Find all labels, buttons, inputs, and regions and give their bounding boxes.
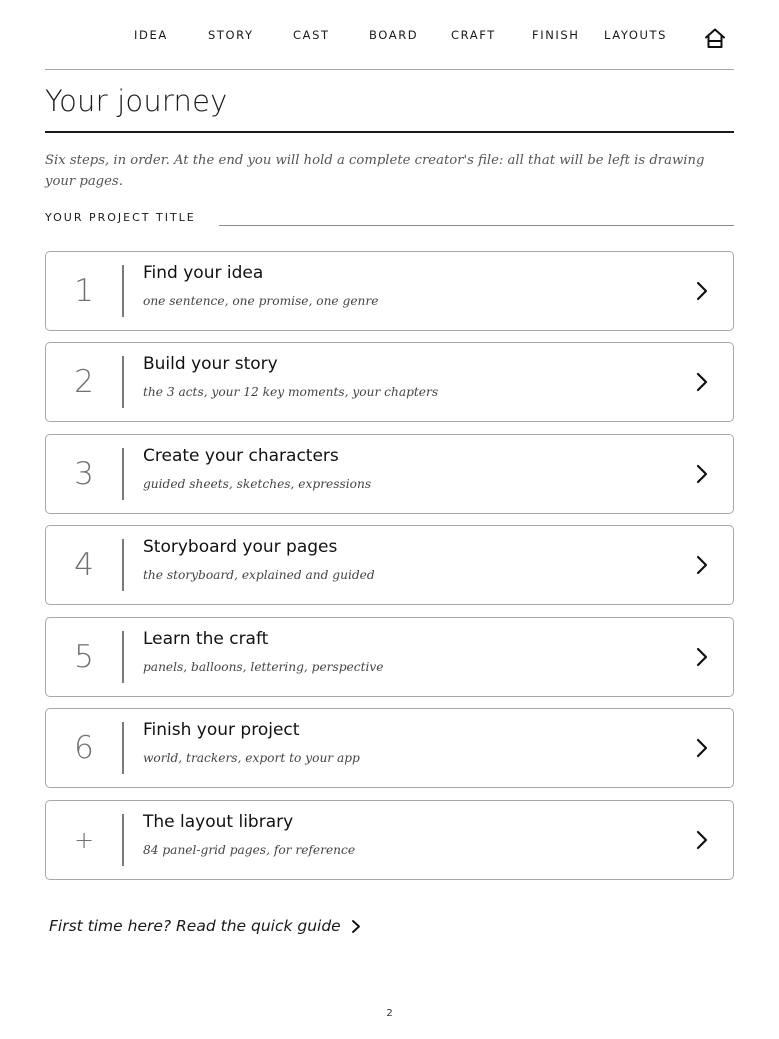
step-subtitle: guided sheets, sketches, expressions [143, 477, 372, 491]
step-number: 1 [74, 272, 94, 309]
step-title: Create your characters [143, 446, 339, 466]
step-card-storyboard[interactable]: 4 Storyboard your pages the storyboard, … [45, 525, 734, 605]
page-title: Your journey [45, 84, 228, 118]
nav-item-craft[interactable]: CRAFT [451, 28, 496, 42]
step-subtitle: the 3 acts, your 12 key moments, your ch… [143, 385, 439, 399]
chevron-right-icon [696, 464, 708, 484]
step-subtitle: the storyboard, explained and guided [143, 568, 375, 582]
step-title: Learn the craft [143, 629, 269, 649]
step-title: Build your story [143, 354, 278, 374]
card-divider [122, 722, 124, 774]
step-title: The layout library [143, 812, 294, 832]
step-number: + [73, 825, 95, 854]
card-divider [122, 539, 124, 591]
step-number: 5 [74, 638, 94, 675]
step-title: Storyboard your pages [143, 537, 338, 557]
card-divider [122, 356, 124, 408]
step-card-idea[interactable]: 1 Find your idea one sentence, one promi… [45, 251, 734, 331]
nav-item-idea[interactable]: IDEA [134, 28, 168, 42]
step-number: 2 [74, 363, 94, 400]
step-title: Find your idea [143, 263, 264, 283]
step-card-layout-library[interactable]: + The layout library 84 panel-grid pages… [45, 800, 734, 880]
step-number: 3 [74, 455, 94, 492]
step-subtitle: world, trackers, export to your app [143, 751, 360, 765]
chevron-right-icon [696, 830, 708, 850]
home-icon[interactable] [703, 26, 727, 50]
quick-guide-link[interactable]: First time here? Read the quick guide [49, 917, 363, 935]
step-title: Finish your project [143, 720, 300, 740]
card-divider [122, 448, 124, 500]
step-card-story[interactable]: 2 Build your story the 3 acts, your 12 k… [45, 342, 734, 422]
top-navigation: IDEA STORY CAST BOARD CRAFT FINISH LAYOU… [0, 0, 779, 70]
card-divider [122, 631, 124, 683]
step-card-characters[interactable]: 3 Create your characters guided sheets, … [45, 434, 734, 514]
nav-item-cast[interactable]: CAST [293, 28, 330, 42]
quick-guide-label: First time here? Read the quick guide [49, 917, 341, 935]
nav-divider [45, 69, 734, 70]
project-title-input[interactable] [219, 208, 734, 226]
card-divider [122, 814, 124, 866]
chevron-right-icon [696, 738, 708, 758]
chevron-right-icon [696, 372, 708, 392]
nav-item-board[interactable]: BOARD [369, 28, 418, 42]
step-card-craft[interactable]: 5 Learn the craft panels, balloons, lett… [45, 617, 734, 697]
project-title-label: YOUR PROJECT TITLE [45, 211, 196, 224]
card-divider [122, 265, 124, 317]
nav-item-finish[interactable]: FINISH [532, 28, 580, 42]
intro-text: Six steps, in order. At the end you will… [45, 153, 705, 189]
chevron-right-icon [351, 920, 360, 933]
step-subtitle: panels, balloons, lettering, perspective [143, 660, 384, 674]
page-number: 2 [386, 1008, 393, 1019]
step-number: 4 [74, 546, 94, 583]
chevron-right-icon [696, 555, 708, 575]
step-subtitle: one sentence, one promise, one genre [143, 294, 379, 308]
chevron-right-icon [696, 281, 708, 301]
title-divider [45, 131, 734, 133]
chevron-right-icon [696, 647, 708, 667]
step-number: 6 [74, 729, 94, 766]
step-card-finish[interactable]: 6 Finish your project world, trackers, e… [45, 708, 734, 788]
step-subtitle: 84 panel-grid pages, for reference [143, 843, 356, 857]
nav-item-story[interactable]: STORY [208, 28, 254, 42]
nav-item-layouts[interactable]: LAYOUTS [604, 28, 667, 42]
